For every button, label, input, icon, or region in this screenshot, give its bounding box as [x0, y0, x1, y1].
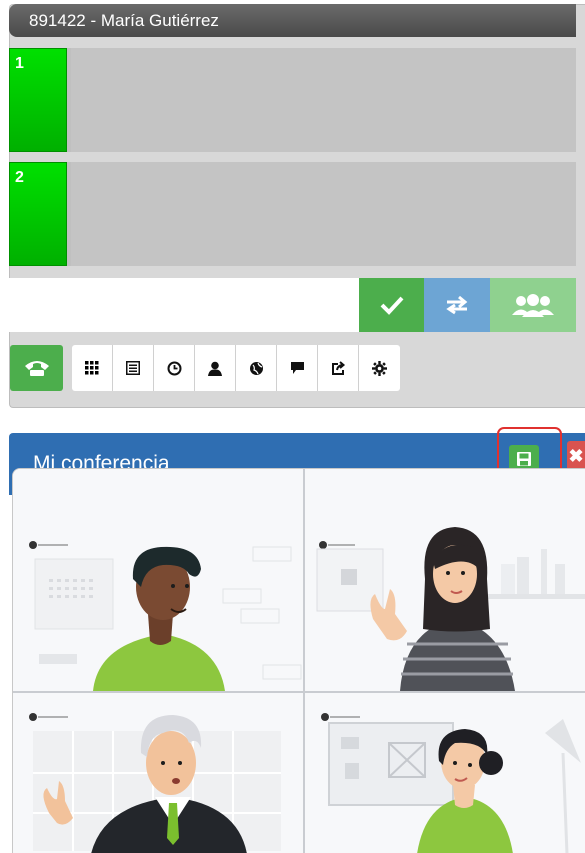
softphone-toolbar	[72, 345, 400, 391]
contact-icon	[208, 361, 222, 376]
globe-icon	[249, 361, 263, 375]
close-icon: ✖	[568, 446, 584, 466]
chat-icon	[290, 362, 304, 374]
transfer-button[interactable]	[424, 278, 490, 332]
dial-input[interactable]	[9, 278, 359, 332]
line-1[interactable]: 1	[9, 48, 576, 152]
history-button[interactable]	[154, 345, 195, 391]
participant-tile-2[interactable]	[305, 469, 585, 691]
line-2-label: 2	[9, 162, 67, 266]
softphone-title: 891422 - María Gutiérrez	[9, 4, 576, 37]
list-icon	[126, 361, 140, 375]
checkmark-icon	[380, 296, 403, 315]
call-button[interactable]	[10, 345, 63, 391]
line-1-body	[71, 48, 576, 152]
line-2[interactable]: 2	[9, 162, 576, 266]
participant-avatar-2	[316, 527, 585, 691]
forward-icon	[331, 360, 345, 375]
call-log-button[interactable]	[113, 345, 154, 391]
chat-button[interactable]	[277, 345, 318, 391]
close-button[interactable]: ✖	[567, 441, 585, 471]
participant-tile-4[interactable]	[305, 693, 585, 853]
conference-users-icon	[512, 294, 554, 317]
transfer-arrows-icon	[446, 295, 468, 315]
clock-icon	[167, 361, 181, 375]
participant-tile-1[interactable]	[13, 469, 303, 691]
confirm-button[interactable]	[359, 278, 424, 332]
contacts-button[interactable]	[195, 345, 236, 391]
settings-button[interactable]	[359, 345, 400, 391]
line-1-label: 1	[9, 48, 67, 152]
line-2-body	[71, 162, 576, 266]
participant-avatar-3	[29, 713, 281, 853]
web-button[interactable]	[236, 345, 277, 391]
participant-avatar-4	[321, 713, 581, 853]
phone-icon	[24, 361, 49, 376]
conference-button[interactable]	[490, 278, 576, 332]
grid-divider-vertical	[303, 469, 305, 853]
conference-video-grid	[12, 468, 585, 853]
keypad-button[interactable]	[72, 345, 113, 391]
participant-tile-3[interactable]	[13, 693, 303, 853]
gear-icon	[372, 360, 387, 376]
keypad-icon	[85, 361, 99, 375]
participant-avatar-1	[29, 541, 302, 691]
grid-divider-horizontal	[13, 691, 585, 693]
forward-button[interactable]	[318, 345, 359, 391]
